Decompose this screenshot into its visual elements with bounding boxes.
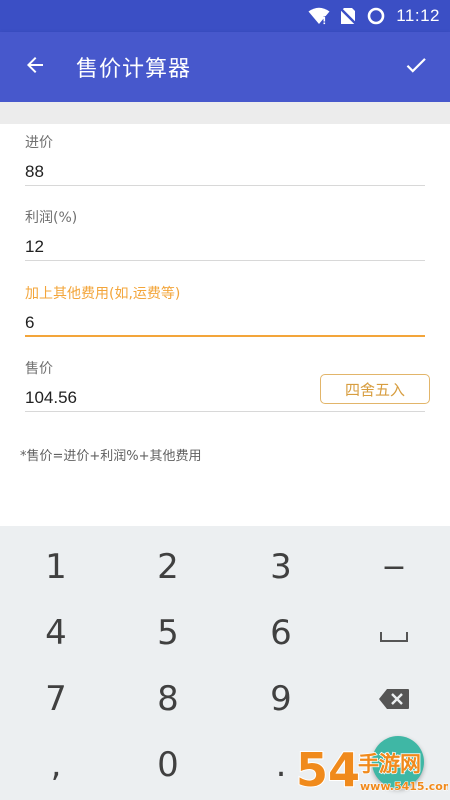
round-button[interactable]: 四舍五入 (320, 374, 430, 404)
back-button[interactable] (0, 32, 70, 102)
other-fee-field[interactable]: 加上其他费用(如,运费等) 6 (25, 281, 425, 339)
cost-label: 进价 (25, 135, 53, 151)
key-7[interactable]: 7 (0, 666, 112, 732)
price-underline (25, 411, 425, 412)
key-9[interactable]: 9 (225, 666, 337, 732)
status-bar: 11:12 (0, 0, 450, 32)
status-time: 11:12 (396, 6, 440, 25)
key-5[interactable]: 5 (112, 600, 224, 666)
other-fee-input[interactable]: 6 (25, 313, 34, 333)
key-comma[interactable]: , (0, 732, 112, 798)
price-value: 104.56 (25, 388, 77, 407)
watermark-title: 手游网 (358, 752, 421, 776)
price-form: 进价 88 利润(%) 12 加上其他费用(如,运费等) 6 售价 104.56… (0, 124, 450, 526)
key-backspace[interactable] (338, 666, 450, 732)
profit-input[interactable]: 12 (25, 237, 44, 257)
key-3[interactable]: 3 (225, 534, 337, 600)
watermark-url: www.5415.com (360, 780, 448, 793)
price-label: 售价 (25, 361, 53, 377)
cost-input[interactable]: 88 (25, 162, 44, 182)
key-minus[interactable]: − (338, 534, 450, 600)
other-fee-label: 加上其他费用(如,运费等) (25, 286, 181, 302)
formula-note: *售价=进价+利润%+其他费用 (20, 449, 202, 464)
sync-icon (366, 6, 386, 26)
key-2[interactable]: 2 (112, 534, 224, 600)
confirm-button[interactable] (386, 32, 446, 102)
no-sim-icon (340, 7, 357, 25)
cost-field[interactable]: 进价 88 (25, 130, 425, 188)
check-icon (403, 52, 429, 82)
cost-underline (25, 185, 425, 186)
other-fee-underline (25, 335, 425, 337)
space-icon (379, 613, 409, 653)
wifi-icon (308, 7, 330, 25)
key-4[interactable]: 4 (0, 600, 112, 666)
app-bar: 售价计算器 (0, 32, 450, 102)
key-space[interactable] (338, 600, 450, 666)
key-0[interactable]: 0 (112, 732, 224, 798)
key-8[interactable]: 8 (112, 666, 224, 732)
back-arrow-icon (23, 53, 47, 81)
profit-label: 利润(%) (25, 210, 78, 226)
site-watermark: 54 手游网 www.5415.com (295, 740, 450, 798)
backspace-icon (378, 679, 410, 719)
page-title: 售价计算器 (76, 57, 192, 82)
key-6[interactable]: 6 (225, 600, 337, 666)
profit-field[interactable]: 利润(%) 12 (25, 205, 425, 263)
watermark-number: 54 (296, 743, 360, 797)
top-divider (0, 102, 450, 124)
key-1[interactable]: 1 (0, 534, 112, 600)
profit-underline (25, 260, 425, 261)
